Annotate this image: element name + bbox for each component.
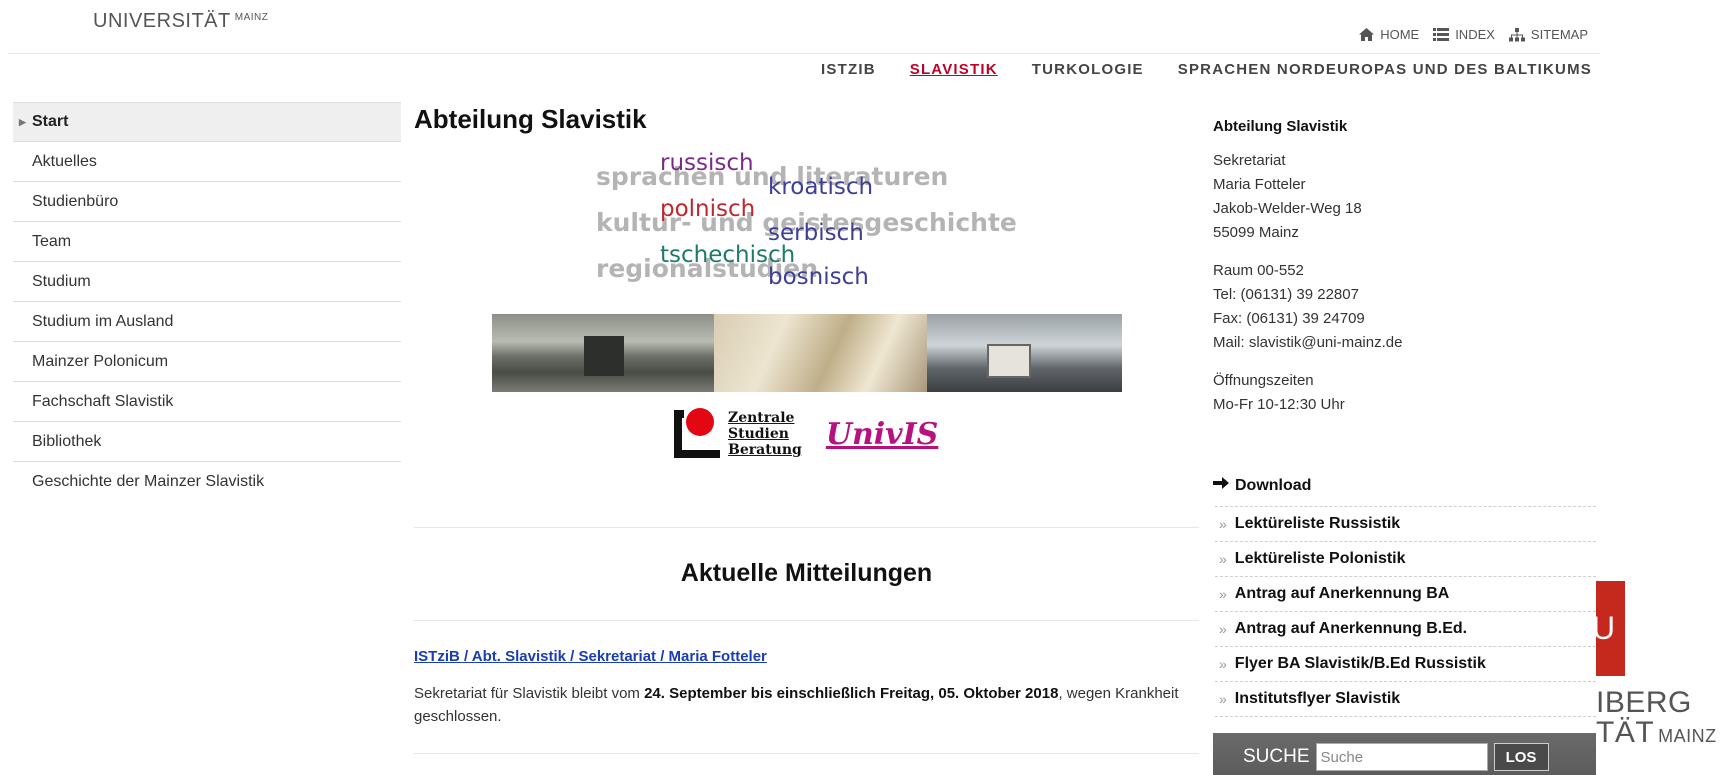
contact-details: Raum 00-552 Tel: (06131) 39 22807 Fax: (… bbox=[1213, 262, 1403, 351]
download-link[interactable]: » Flyer BA Slavistik/B.Ed Russistik bbox=[1215, 647, 1596, 682]
sidebar-item-aktuelles[interactable]: Aktuelles bbox=[13, 142, 401, 182]
sidebar-item-fachschaft[interactable]: Fachschaft Slavistik bbox=[13, 382, 401, 422]
wordcloud-lang-russisch: russisch bbox=[660, 150, 754, 176]
sitemap-label: SITEMAP bbox=[1530, 27, 1588, 42]
news-author-link[interactable]: ISTziB / Abt. Slavistik / Sekretariat / … bbox=[414, 648, 767, 665]
zsb-text: Zentrale Studien Beratung bbox=[728, 410, 802, 458]
sidebar-item-label: Studienbüro bbox=[32, 192, 119, 210]
news-text: Sekretariat für Slavistik bleibt vom 24.… bbox=[414, 685, 1179, 725]
zentrale-studienberatung-logo[interactable]: Zentrale Studien Beratung bbox=[674, 408, 802, 458]
sidebar-item-team[interactable]: Team bbox=[13, 222, 401, 262]
sidebar-item-label: Aktuelles bbox=[32, 152, 97, 170]
caret-right-icon: ▶ bbox=[19, 116, 26, 127]
sidebar-item-label: Mainzer Polonicum bbox=[32, 352, 169, 370]
double-chevron-icon: » bbox=[1219, 516, 1227, 532]
sidebar-item-label: Bibliothek bbox=[32, 432, 102, 450]
sidebar-item-label: Studium bbox=[32, 272, 91, 290]
nav-turkologie[interactable]: TURKOLOGIE bbox=[1032, 61, 1144, 78]
logo-sup: MAINZ bbox=[234, 12, 269, 23]
search-button[interactable]: LOS bbox=[1493, 743, 1549, 771]
univis-logo[interactable]: UnivIS bbox=[826, 417, 939, 452]
nav-slavistik[interactable]: SLAVISTIK bbox=[910, 61, 998, 78]
main-content: Abteilung Slavistik sprachen und literat… bbox=[414, 104, 1199, 754]
news-section-title: Aktuelle Mitteilungen bbox=[680, 559, 933, 587]
sitemap-link[interactable]: SITEMAP bbox=[1508, 27, 1588, 42]
jgu-logo-text: IBERG TÄT MAINZ bbox=[1596, 686, 1717, 749]
download-link[interactable]: » Lektüreliste Polonistik bbox=[1215, 542, 1596, 577]
header-divider bbox=[8, 53, 1600, 54]
sidebar-item-start[interactable]: ▶ Start bbox=[13, 102, 401, 142]
sidebar-item-geschichte[interactable]: Geschichte der Mainzer Slavistik bbox=[13, 462, 401, 502]
partner-logos: Zentrale Studien Beratung UnivIS bbox=[674, 408, 939, 458]
sidebar-item-label: Fachschaft Slavistik bbox=[32, 392, 174, 410]
photo-strip bbox=[492, 314, 1122, 392]
list-icon bbox=[1433, 28, 1450, 42]
sidebar: ▶ Start Aktuelles Studienbüro Team Studi… bbox=[13, 102, 401, 502]
nav-sprachen-nordeuropas[interactable]: SPRACHEN NORDEUROPAS UND DES BALTIKUMS bbox=[1178, 61, 1592, 78]
index-label: INDEX bbox=[1455, 27, 1495, 42]
sidebar-item-bibliothek[interactable]: Bibliothek bbox=[13, 422, 401, 462]
sidebar-item-polonicum[interactable]: Mainzer Polonicum bbox=[13, 342, 401, 382]
download-heading: Download bbox=[1213, 476, 1311, 495]
section-divider bbox=[414, 753, 1199, 754]
double-chevron-icon: » bbox=[1219, 621, 1227, 637]
book-photo bbox=[714, 314, 927, 392]
search-input[interactable] bbox=[1315, 743, 1488, 771]
search-bar: SUCHE LOS bbox=[1213, 733, 1596, 775]
service-nav: HOME INDEX SITEMAP bbox=[1358, 27, 1588, 42]
sitemap-icon bbox=[1508, 27, 1525, 42]
zsb-mark-icon bbox=[674, 408, 720, 458]
main-nav: ISTZIB SLAVISTIK TURKOLOGIE SPRACHEN NOR… bbox=[821, 61, 1592, 78]
wordcloud-banner: sprachen und literaturen kultur- und gei… bbox=[596, 150, 1017, 294]
home-link[interactable]: HOME bbox=[1358, 27, 1419, 42]
nav-istzib[interactable]: ISTZIB bbox=[821, 61, 876, 78]
home-label: HOME bbox=[1380, 27, 1420, 42]
sidebar-item-studienbuero[interactable]: Studienbüro bbox=[13, 182, 401, 222]
arrow-right-icon bbox=[1213, 476, 1229, 495]
sidebar-item-studium[interactable]: Studium bbox=[13, 262, 401, 302]
university-logo[interactable]: UNIVERSITÄT MAINZ bbox=[93, 10, 268, 33]
home-icon bbox=[1358, 28, 1374, 42]
index-link[interactable]: INDEX bbox=[1433, 27, 1495, 42]
sidebar-item-studium-ausland[interactable]: Studium im Ausland bbox=[13, 302, 401, 342]
download-link[interactable]: » Lektüreliste Russistik bbox=[1215, 507, 1596, 542]
sidebar-item-label: Team bbox=[32, 232, 72, 250]
page-title: Abteilung Slavistik bbox=[414, 104, 647, 134]
computer-room-photo bbox=[927, 314, 1122, 392]
jgu-logo-box: U bbox=[1596, 581, 1625, 676]
sidebar-item-label: Geschichte der Mainzer Slavistik bbox=[32, 473, 265, 490]
search-label: SUCHE bbox=[1243, 746, 1310, 767]
wordcloud-lang-kroatisch: kroatisch bbox=[768, 174, 874, 200]
double-chevron-icon: » bbox=[1219, 586, 1227, 602]
sidebar-item-label: Start bbox=[32, 113, 69, 130]
download-list: » Lektüreliste Russistik » Lektüreliste Po… bbox=[1215, 506, 1596, 717]
wordcloud-lang-bosnisch: bosnisch bbox=[768, 264, 869, 290]
campus-photo bbox=[492, 314, 714, 392]
section-divider bbox=[414, 527, 1199, 528]
download-link[interactable]: » Antrag auf Anerkennung B.Ed. bbox=[1215, 612, 1596, 647]
opening-hours: Öffnungszeiten Mo-Fr 10-12:30 Uhr bbox=[1213, 372, 1345, 413]
double-chevron-icon: » bbox=[1219, 691, 1227, 707]
download-link[interactable]: » Institutsflyer Slavistik bbox=[1215, 682, 1596, 717]
double-chevron-icon: » bbox=[1219, 656, 1227, 672]
wordcloud-lang-polnisch: polnisch bbox=[660, 196, 756, 222]
sidebar-item-label: Studium im Ausland bbox=[32, 312, 174, 330]
download-link[interactable]: » Antrag auf Anerkennung BA bbox=[1215, 577, 1596, 612]
section-divider bbox=[414, 620, 1199, 621]
double-chevron-icon: » bbox=[1219, 551, 1227, 567]
logo-text: UNIVERSITÄT bbox=[93, 10, 231, 32]
contact-column: Abteilung Slavistik Sekretariat Maria Fo… bbox=[1213, 118, 1596, 717]
contact-heading: Abteilung Slavistik bbox=[1213, 118, 1348, 135]
contact-address: Sekretariat Maria Fotteler Jakob-Welder-… bbox=[1213, 152, 1362, 241]
